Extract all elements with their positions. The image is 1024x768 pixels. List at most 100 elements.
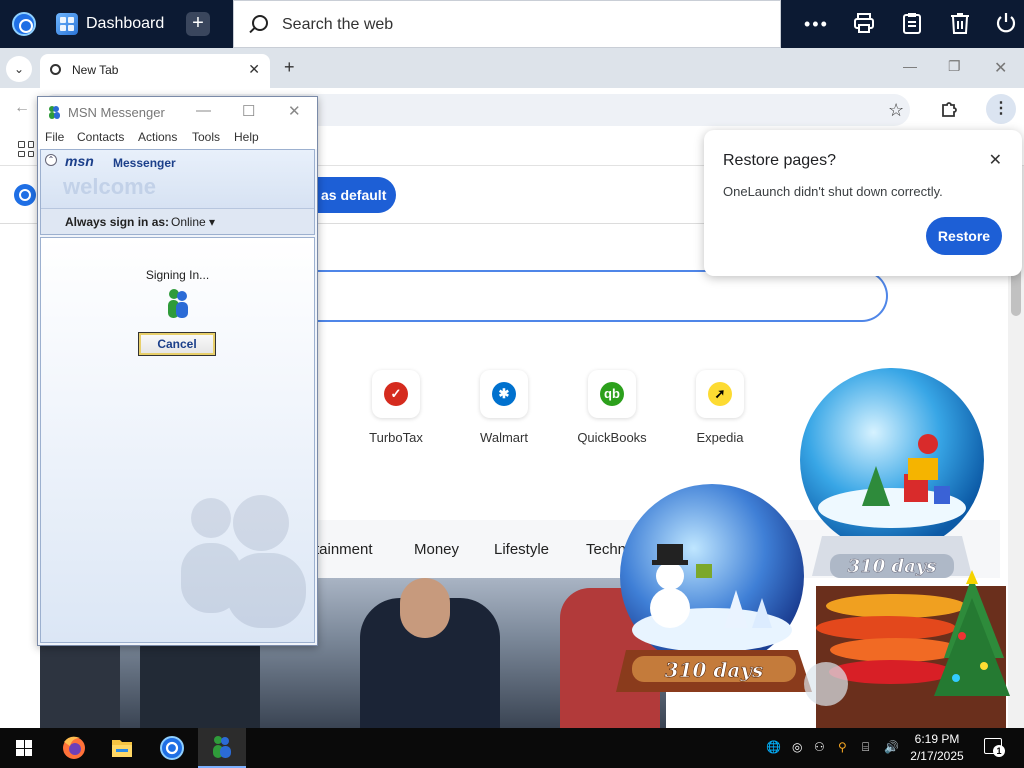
shortcut-icon-box: ✓ <box>372 370 420 418</box>
minimize-icon[interactable]: — <box>903 58 917 74</box>
more-dots-icon[interactable]: ••• <box>804 12 828 36</box>
windows-logo-icon <box>16 740 32 756</box>
globe-right-label: 310 days <box>848 556 937 577</box>
close-window-icon[interactable]: ✕ <box>994 58 1007 78</box>
arrow-icon: ➚ <box>708 382 732 406</box>
collapse-icon[interactable]: ⌃ <box>45 154 57 166</box>
msn-close-icon[interactable]: ✕ <box>288 102 301 120</box>
print-icon[interactable] <box>852 12 876 36</box>
taskbar-firefox[interactable] <box>50 728 98 768</box>
volume-icon[interactable]: 🔊 <box>884 740 899 754</box>
signing-in-text: Signing In... <box>145 268 210 282</box>
nav-entertainment[interactable]: rtainment <box>310 541 373 558</box>
network-globe-icon[interactable]: 🌐 <box>766 740 781 754</box>
msn-tray-icon[interactable]: ⚇ <box>814 740 825 754</box>
browser-menu-icon[interactable]: ⋮ <box>986 94 1016 124</box>
web-search-placeholder: Search the web <box>282 16 394 33</box>
msn-buddy-icon <box>49 106 60 119</box>
restore-title: Restore pages? <box>723 152 836 169</box>
close-icon[interactable]: ✕ <box>989 150 1002 170</box>
taskbar-msn-messenger[interactable] <box>198 728 246 768</box>
add-app-button[interactable]: + <box>186 12 210 36</box>
walmart-spark-icon: ✱ <box>492 382 516 406</box>
nav-lifestyle[interactable]: Lifestyle <box>494 541 549 558</box>
network-icon[interactable]: ⌸ <box>862 740 869 755</box>
search-icon <box>50 64 61 75</box>
shortcut-icon-box: ✱ <box>480 370 528 418</box>
menu-help[interactable]: Help <box>234 130 259 144</box>
welcome-text: welcome <box>63 174 156 199</box>
msn-menubar: File Contacts Actions Tools Help <box>38 127 317 149</box>
tab-title: New Tab <box>72 63 119 77</box>
notification-icon[interactable]: 1 <box>984 738 1005 757</box>
notification-count: 1 <box>993 745 1005 757</box>
start-button[interactable] <box>0 728 48 768</box>
snow-globe-right[interactable]: 310 days <box>796 366 1024 728</box>
shortcut-tile-quickbooks[interactable]: qb QuickBooks <box>567 370 657 445</box>
shortcut-label: Walmart <box>480 430 528 445</box>
shortcut-tile-expedia[interactable]: ➚ Expedia <box>675 370 765 445</box>
system-clock[interactable]: 6:19 PM 2/17/2025 <box>904 731 970 765</box>
clock-date: 2/17/2025 <box>910 749 964 763</box>
restore-message: OneLaunch didn't shut down correctly. <box>723 184 943 199</box>
clipboard-icon[interactable] <box>900 12 924 36</box>
back-arrow-icon[interactable]: ← <box>14 99 30 117</box>
chevron-down-icon: ▾ <box>209 215 216 229</box>
status-dropdown[interactable]: Online ▾ <box>171 215 215 229</box>
menu-file[interactable]: File <box>45 130 64 144</box>
web-search-box[interactable]: Search the web <box>233 0 781 48</box>
msn-window-title: MSN Messenger <box>68 105 165 120</box>
msn-buddy-icon <box>168 289 188 318</box>
power-icon[interactable] <box>994 12 1018 36</box>
shortcut-tile-walmart[interactable]: ✱ Walmart <box>459 370 549 445</box>
onelaunch-logo-icon <box>14 184 36 206</box>
launcher-bar: Dashboard + Search the web ••• <box>0 0 1024 48</box>
restore-pages-dialog: Restore pages? OneLaunch didn't shut dow… <box>704 130 1022 276</box>
msn-watermark-icon <box>181 495 306 628</box>
taskbar-file-explorer[interactable] <box>98 728 146 768</box>
menu-tools[interactable]: Tools <box>192 130 220 144</box>
firefox-icon <box>63 736 85 759</box>
search-tray-icon[interactable]: ⚲ <box>838 740 847 754</box>
qb-icon: qb <box>600 382 624 406</box>
sign-in-as-label: Always sign in as: <box>65 215 170 229</box>
shortcut-label: Expedia <box>696 430 744 445</box>
dashboard-button[interactable]: Dashboard <box>56 10 164 38</box>
extensions-icon[interactable] <box>940 100 958 123</box>
restore-button[interactable]: Restore <box>926 217 1002 255</box>
dashboard-label: Dashboard <box>86 15 165 32</box>
tab-new-tab[interactable]: New Tab ✕ <box>40 54 270 88</box>
bookmark-star-icon[interactable]: ☆ <box>888 100 904 121</box>
clock-time: 6:19 PM <box>914 732 960 746</box>
msn-maximize-icon[interactable]: ☐ <box>242 102 255 120</box>
nav-money[interactable]: Money <box>414 541 459 558</box>
page-search-box[interactable] <box>300 270 888 322</box>
msn-minimize-icon[interactable]: — <box>196 102 211 119</box>
dashboard-icon <box>56 13 78 35</box>
onelaunch-tray-icon[interactable]: ◎ <box>792 740 802 754</box>
close-tab-icon[interactable]: ✕ <box>248 61 260 78</box>
windows-taskbar: 🌐 ◎ ⚇ ⚲ ⌸ 🔊 6:19 PM 2/17/2025 1 <box>0 728 1024 768</box>
cancel-button[interactable]: Cancel <box>138 332 216 356</box>
msn-brand: msn <box>65 153 94 169</box>
onelaunch-logo-icon[interactable] <box>12 12 36 36</box>
shortcut-icon-box: qb <box>588 370 636 418</box>
menu-actions[interactable]: Actions <box>138 130 177 144</box>
msn-brand-product: Messenger <box>113 156 176 170</box>
restore-window-icon[interactable]: ❐ <box>948 58 961 75</box>
sign-in-as-bar: Always sign in as: Online ▾ <box>41 208 314 234</box>
shortcut-tile-turbotax[interactable]: ✓ TurboTax <box>351 370 441 445</box>
folder-icon <box>112 740 132 757</box>
apps-grid-icon[interactable] <box>18 141 34 157</box>
shortcut-icon-box: ➚ <box>696 370 744 418</box>
tab-search-chevron-icon[interactable]: ⌄ <box>6 56 32 82</box>
trash-icon[interactable] <box>948 12 972 36</box>
taskbar-onelaunch[interactable] <box>148 728 196 768</box>
new-tab-button[interactable]: + <box>284 57 295 78</box>
msn-header: ⌃ msn Messenger welcome Always sign in a… <box>40 149 315 235</box>
globe-left-label: 310 days <box>665 658 764 682</box>
search-icon <box>252 15 268 31</box>
msn-titlebar[interactable]: MSN Messenger — ☐ ✕ <box>38 97 317 127</box>
menu-contacts[interactable]: Contacts <box>77 130 124 144</box>
snow-globe-left[interactable]: 310 days <box>612 480 816 702</box>
